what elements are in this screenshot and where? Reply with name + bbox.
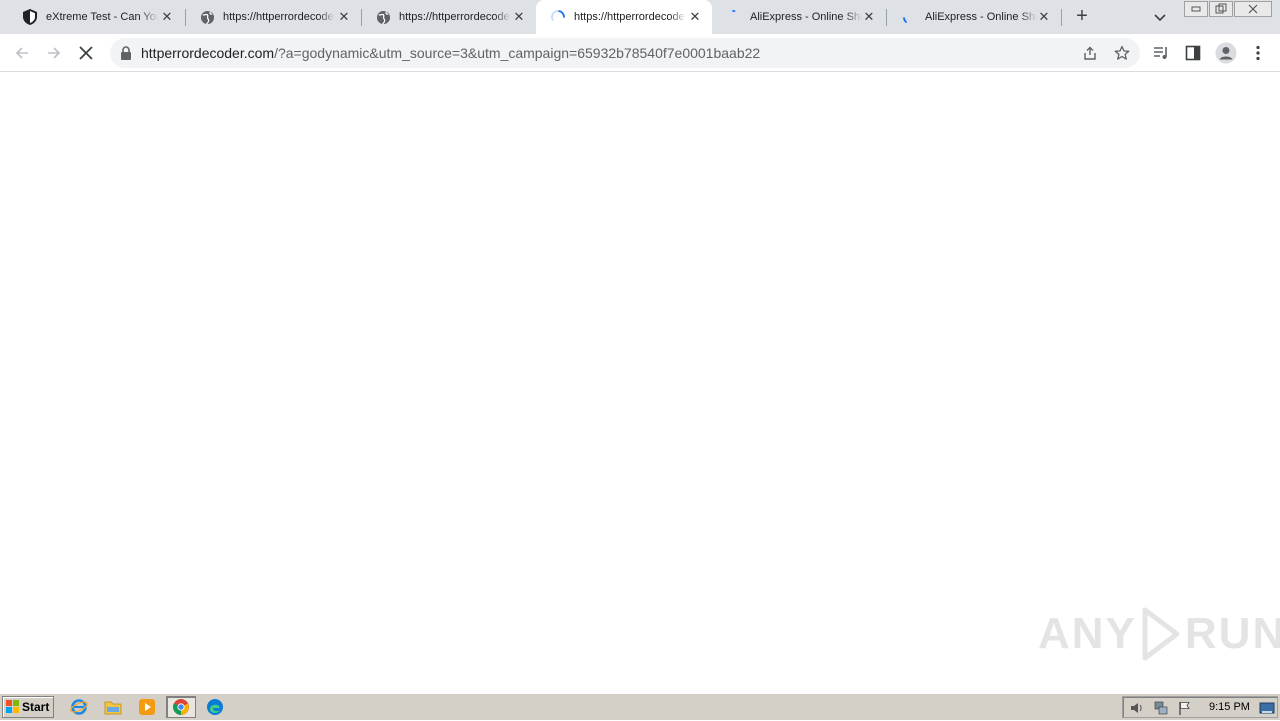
start-label: Start xyxy=(22,700,50,714)
show-desktop-icon[interactable] xyxy=(1259,700,1275,716)
volume-icon[interactable] xyxy=(1129,700,1145,716)
tab-title: AliExpress - Online Shop xyxy=(925,11,1037,23)
tab-aliexpress-2[interactable]: AliExpress - Online Shop ✕ xyxy=(887,0,1061,34)
taskbar: Start 9:15 PM xyxy=(0,693,1280,720)
tab-httperrordecoder-2[interactable]: https://httperrordecoder ✕ xyxy=(361,0,536,34)
close-icon[interactable]: ✕ xyxy=(337,9,351,24)
url-host: httperrordecoder.com xyxy=(141,45,275,61)
browser-toolbar: httperrordecoder.com/?a=godynamic&utm_so… xyxy=(0,34,1280,72)
bookmark-star-icon[interactable] xyxy=(1114,45,1130,61)
watermark-right-text: RUN xyxy=(1184,609,1280,658)
internet-explorer-icon[interactable] xyxy=(69,697,89,717)
close-window-button[interactable] xyxy=(1234,1,1272,17)
action-center-flag-icon[interactable] xyxy=(1177,700,1193,716)
tab-strip: eXtreme Test - Can You ✕ https://httperr… xyxy=(0,0,1280,34)
side-panel-icon[interactable] xyxy=(1184,44,1202,62)
url-path: /?a=godynamic&utm_source=3&utm_campaign=… xyxy=(274,45,761,61)
tab-title: eXtreme Test - Can You xyxy=(46,11,158,23)
loading-spinner-icon xyxy=(726,9,742,25)
shield-icon xyxy=(22,9,38,25)
address-bar[interactable]: httperrordecoder.com/?a=godynamic&utm_so… xyxy=(110,38,1140,68)
close-icon[interactable]: ✕ xyxy=(160,9,174,24)
start-button[interactable]: Start xyxy=(2,696,54,718)
profile-avatar-icon[interactable] xyxy=(1215,42,1237,64)
network-icon[interactable] xyxy=(1153,700,1169,716)
file-explorer-icon[interactable] xyxy=(103,697,123,717)
stop-loading-button[interactable] xyxy=(76,43,96,63)
watermark-left-text: ANY xyxy=(1038,609,1137,658)
tab-title: https://httperrordecoder xyxy=(223,11,335,23)
globe-icon xyxy=(199,9,215,25)
close-icon[interactable]: ✕ xyxy=(862,9,876,24)
tab-title: AliExpress - Online Shop xyxy=(750,11,862,23)
url-text[interactable]: httperrordecoder.com/?a=godynamic&utm_so… xyxy=(141,45,760,61)
anyrun-watermark: ANY RUN xyxy=(1038,606,1280,662)
windows-flag-icon xyxy=(6,700,20,714)
tab-title: https://httperrordecoder xyxy=(399,11,511,23)
menu-kebab-icon[interactable] xyxy=(1249,44,1267,62)
edge-icon[interactable] xyxy=(205,697,225,717)
tab-separator xyxy=(1061,9,1062,26)
loading-spinner-icon xyxy=(901,9,917,25)
new-tab-button[interactable]: + xyxy=(1072,6,1092,27)
loading-spinner-icon xyxy=(550,9,566,25)
media-player-icon[interactable] xyxy=(137,697,157,717)
tab-title: https://httperrordecoder xyxy=(574,11,686,23)
taskbar-clock[interactable]: 9:15 PM xyxy=(1209,701,1250,713)
chrome-icon[interactable] xyxy=(166,696,196,718)
globe-icon xyxy=(375,9,391,25)
play-logo-icon xyxy=(1142,607,1180,661)
tab-extreme-test[interactable]: eXtreme Test - Can You ✕ xyxy=(8,0,184,34)
forward-button[interactable] xyxy=(44,43,64,63)
lock-icon[interactable] xyxy=(120,46,132,60)
system-tray: 9:15 PM xyxy=(1122,696,1278,718)
tab-httperrordecoder-1[interactable]: https://httperrordecoder ✕ xyxy=(185,0,361,34)
media-control-icon[interactable] xyxy=(1152,44,1170,62)
share-icon[interactable] xyxy=(1082,45,1098,61)
page-viewport xyxy=(0,72,1280,693)
close-icon[interactable]: ✕ xyxy=(688,9,702,24)
close-icon[interactable]: ✕ xyxy=(1037,9,1051,24)
tab-search-chevron-icon[interactable] xyxy=(1152,9,1168,25)
tab-aliexpress-1[interactable]: AliExpress - Online Shop ✕ xyxy=(712,0,886,34)
minimize-button[interactable] xyxy=(1184,1,1208,17)
restore-button[interactable] xyxy=(1209,1,1233,17)
back-button[interactable] xyxy=(12,43,32,63)
tab-httperrordecoder-active[interactable]: https://httperrordecoder ✕ xyxy=(536,0,712,34)
close-icon[interactable]: ✕ xyxy=(512,9,526,24)
